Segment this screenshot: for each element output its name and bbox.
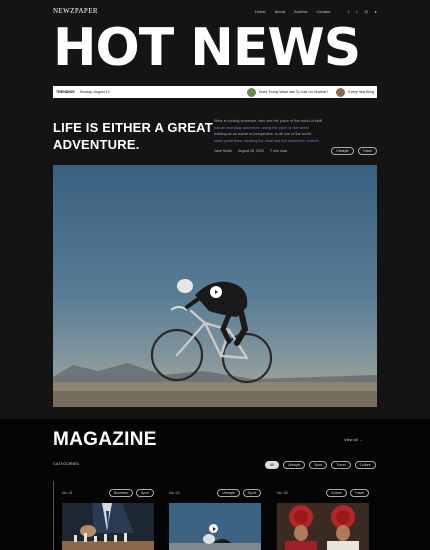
ticker-item[interactable]: Every new thing: [336, 87, 374, 97]
nav-home[interactable]: Home: [255, 9, 266, 14]
card-tag[interactable]: Lifestyle: [217, 489, 240, 497]
magazine-card[interactable]: No. 03 Culture Travel: [277, 489, 369, 550]
nav-contact[interactable]: Contact: [316, 9, 330, 14]
ticker-date: Sunday, August 10: [79, 90, 110, 94]
summary-line: has an everyday adventure, along the cyc…: [214, 125, 309, 130]
vertical-divider: [53, 481, 54, 550]
top-navigation-bar: NEWZPAPER Home About Archive Contact f t…: [53, 6, 377, 16]
card-tag[interactable]: Travel: [349, 489, 369, 497]
play-icon[interactable]: [210, 286, 222, 298]
section-title: MAGAZINE: [53, 429, 157, 450]
card-image-dancers[interactable]: [277, 503, 369, 550]
filter-culture[interactable]: Culture: [354, 461, 376, 469]
article-read-time: 7 min read: [270, 148, 288, 153]
featured-image[interactable]: [53, 165, 377, 407]
card-number: No. 02: [169, 491, 180, 495]
card-number: No. 03: [277, 491, 288, 495]
card-image-chess[interactable]: [62, 503, 154, 550]
article-author[interactable]: Jane Smith: [214, 149, 232, 153]
twitter-icon[interactable]: t: [356, 9, 357, 14]
summary-line: some great lives: creating the ritual an…: [214, 138, 319, 143]
ticker-thumbnail: [246, 87, 256, 97]
filter-all[interactable]: All: [265, 461, 279, 469]
magazine-card[interactable]: No. 01 Business Sport: [62, 489, 154, 550]
card-tag[interactable]: Sport: [242, 489, 261, 497]
magazine-card[interactable]: No. 02 Lifestyle Sport: [169, 489, 261, 550]
summary-line: nothing as an ocean of perspective, in a…: [214, 132, 311, 137]
youtube-icon[interactable]: ▸: [375, 9, 377, 14]
summary-line: Wine is cooling someone, who see the pla…: [214, 119, 322, 123]
ticker-item-text: Does Trump Want Iran To Just Go Nuclear?: [258, 90, 329, 94]
play-icon[interactable]: [209, 524, 218, 533]
filter-sport[interactable]: Sport: [309, 461, 328, 469]
magazine-section: MAGAZINE View all → CATEGORIES All Lifes…: [0, 419, 430, 550]
category-filters: All Lifestyle Sport Travel Culture: [265, 461, 376, 469]
card-tag[interactable]: Business: [109, 489, 133, 497]
social-links: f t ◎ ▸: [348, 9, 377, 14]
instagram-icon[interactable]: ◎: [364, 9, 368, 14]
card-number: No. 01: [62, 491, 73, 495]
filter-travel[interactable]: Travel: [331, 461, 351, 469]
news-ticker: TRENDING Sunday, August 10 Does Trump Wa…: [53, 86, 377, 98]
card-image-cyclist[interactable]: [169, 503, 261, 550]
site-logo[interactable]: NEWZPAPER: [53, 7, 98, 15]
nav-about[interactable]: About: [275, 9, 285, 14]
nav-archive[interactable]: Archive: [294, 9, 307, 14]
article-tag[interactable]: Travel: [357, 147, 377, 155]
featured-headline[interactable]: LIFE IS EITHER A GREAT ADVENTURE.: [53, 120, 213, 154]
article-date: August 26, 2020: [237, 148, 265, 153]
ticker-thumbnail: [336, 87, 346, 97]
facebook-icon[interactable]: f: [348, 9, 349, 14]
view-all-link[interactable]: View all →: [344, 437, 363, 442]
card-tag[interactable]: Culture: [325, 489, 347, 497]
ticker-item-text: Every new thing: [348, 90, 374, 94]
main-nav: Home About Archive Contact: [255, 9, 330, 14]
ticker-item[interactable]: Does Trump Want Iran To Just Go Nuclear?: [246, 87, 329, 97]
categories-label: CATEGORIES: [53, 461, 79, 466]
article-meta: Jane Smith August 26, 2020 7 min read Li…: [214, 147, 377, 155]
article-tag[interactable]: Lifestyle: [331, 147, 354, 155]
featured-summary: Wine is cooling someone, who see the pla…: [214, 118, 377, 145]
page-title: HOT NEWS: [53, 18, 361, 78]
card-tag[interactable]: Sport: [135, 489, 154, 497]
arrow-right-icon: →: [358, 437, 363, 442]
ticker-label: TRENDING: [56, 90, 75, 94]
filter-lifestyle[interactable]: Lifestyle: [282, 461, 306, 469]
